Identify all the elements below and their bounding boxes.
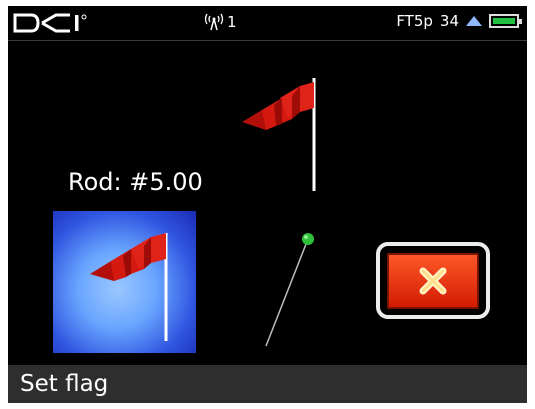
rod-label: Rod: #5.00 [68, 168, 203, 196]
up-arrow-icon [466, 16, 482, 26]
signal-indicator: 1 [204, 13, 237, 31]
main-panel: Rod: #5.00 [8, 41, 527, 365]
red-flag-icon [90, 233, 168, 341]
red-flag-icon [240, 74, 320, 196]
frequency-label: FT5p [396, 12, 433, 30]
antenna-signal-icon [204, 13, 224, 31]
channel-label: 34 [439, 12, 459, 30]
close-icon [419, 267, 447, 294]
cancel-button[interactable] [376, 242, 490, 319]
signal-value: 1 [227, 13, 237, 31]
screen: 1 FT5p 34 Rod: #5.00 Set flag [8, 6, 527, 403]
battery-icon [489, 14, 522, 28]
status-right: FT5p 34 [396, 12, 522, 30]
set-flag-button[interactable] [53, 211, 196, 353]
status-bar: 1 FT5p 34 [8, 6, 527, 41]
action-label: Set flag [20, 371, 109, 397]
cancel-button-face [387, 252, 479, 309]
tilt-indicator-icon [260, 231, 320, 353]
dci-logo-icon [12, 12, 94, 38]
bottom-bar: Set flag [8, 365, 527, 403]
